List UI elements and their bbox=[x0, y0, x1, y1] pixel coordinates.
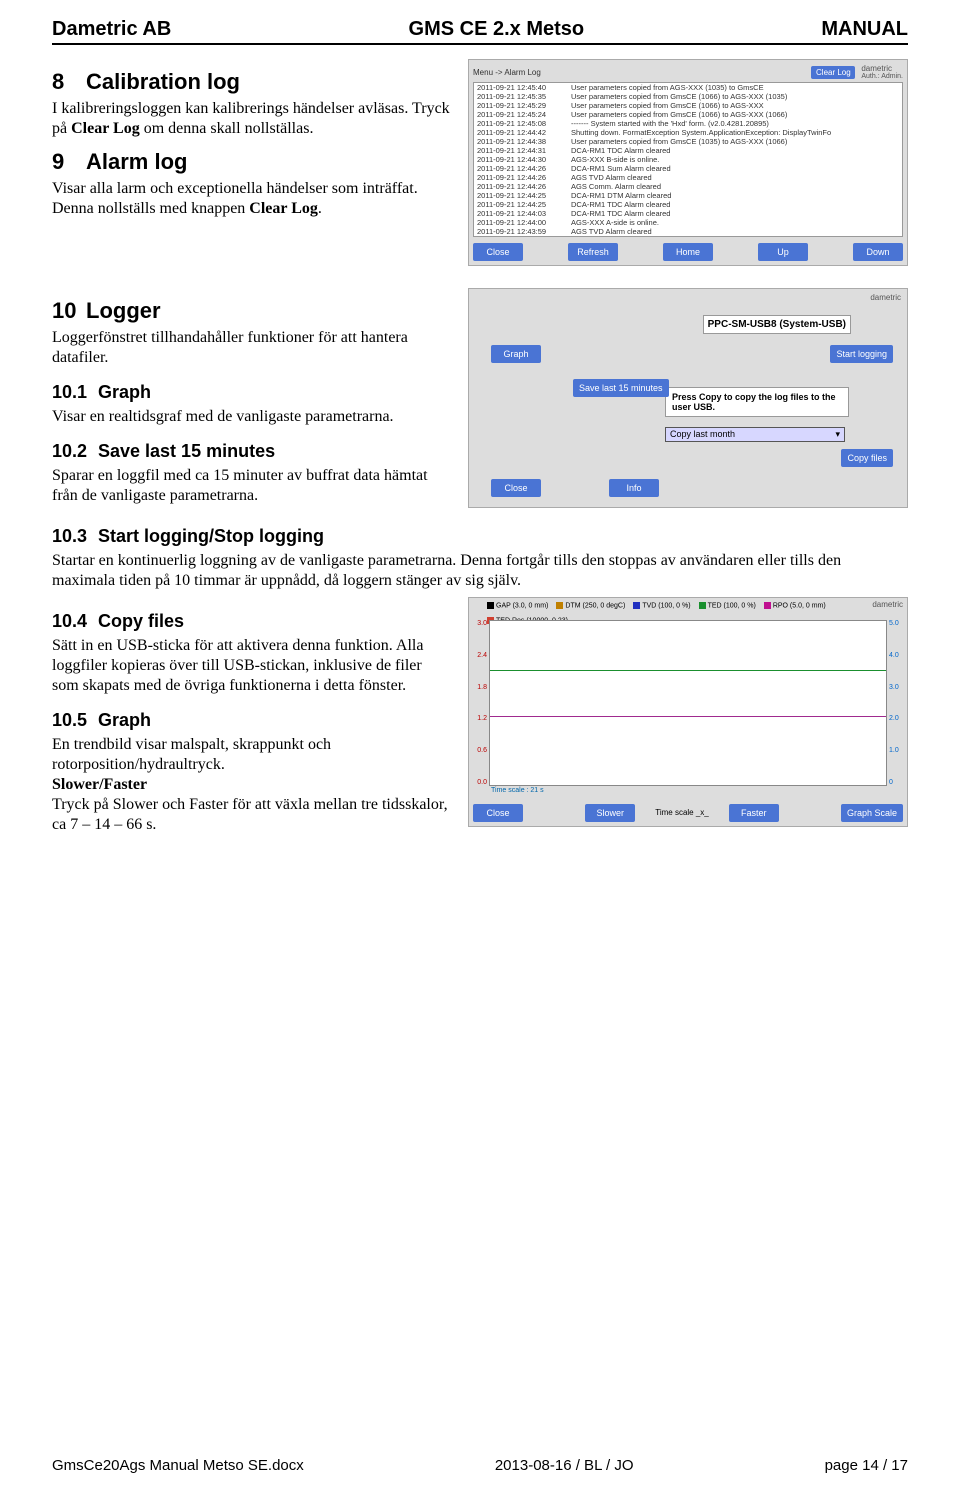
sec9-heading: 9Alarm log bbox=[52, 149, 452, 175]
sec9-body: Visar alla larm och exceptionella händel… bbox=[52, 179, 452, 219]
faster-button[interactable]: Faster bbox=[729, 804, 779, 822]
sec8-body: I kalibreringsloggen kan kalibrerings hä… bbox=[52, 99, 452, 139]
sec10-5-body: En trendbild visar malspalt, skrappunkt … bbox=[52, 735, 452, 835]
copy-period-select[interactable]: Copy last month▾ bbox=[665, 427, 845, 442]
header-center: GMS CE 2.x Metso bbox=[409, 18, 585, 41]
sec10-3-heading: 10.3Start logging/Stop logging bbox=[52, 526, 908, 547]
close-button[interactable]: Close bbox=[491, 479, 541, 497]
logger-note: Press Copy to copy the log files to the … bbox=[665, 387, 849, 417]
sec10-heading: 10Logger bbox=[52, 298, 452, 324]
alarm-log-row: 2011-09-21 12:45:40User parameters copie… bbox=[474, 83, 902, 92]
y-tick-left: 2.4 bbox=[471, 652, 487, 659]
graph-close-button[interactable]: Close bbox=[473, 804, 523, 822]
y-tick-left: 0.6 bbox=[471, 747, 487, 754]
footer-left: GmsCe20Ags Manual Metso SE.docx bbox=[52, 1457, 304, 1474]
sec10-1-body: Visar en realtidsgraf med de vanligaste … bbox=[52, 407, 452, 427]
sec10-1-heading: 10.1Graph bbox=[52, 382, 452, 403]
alarm-log-row: 2011-09-21 12:44:26DCA-RM1 Sum Alarm cle… bbox=[474, 164, 902, 173]
sec10-2-body: Sparar en loggfil med ca 15 minuter av b… bbox=[52, 466, 452, 506]
y-tick-right: 4.0 bbox=[889, 652, 905, 659]
refresh-button[interactable]: Refresh bbox=[568, 243, 618, 261]
sec10-4-body: Sätt in en USB-sticka för att aktivera d… bbox=[52, 636, 452, 696]
sec10-body: Loggerfönstret tillhandahåller funktione… bbox=[52, 328, 452, 368]
y-tick-right: 2.0 bbox=[889, 715, 905, 722]
graph-scale-button[interactable]: Graph Scale bbox=[841, 804, 903, 822]
save-last-15-button[interactable]: Save last 15 minutes bbox=[573, 379, 669, 397]
brand-label: dametric Auth.: Admin. bbox=[861, 64, 903, 80]
alarm-log-row: 2011-09-21 12:44:31DCA-RM1 TDC Alarm cle… bbox=[474, 146, 902, 155]
alarm-log-row: 2011-09-21 12:44:26AGS TVD Alarm cleared bbox=[474, 173, 902, 182]
legend-entry: TED (100, 0 %) bbox=[699, 602, 756, 609]
alarm-log-row: 2011-09-21 12:44:30AGS-XXX B-side is onl… bbox=[474, 155, 902, 164]
alarm-log-row: 2011-09-21 12:44:00AGS-XXX A-side is onl… bbox=[474, 218, 902, 227]
logger-title: PPC-SM-USB8 (System-USB) bbox=[703, 315, 851, 334]
slower-button[interactable]: Slower bbox=[585, 804, 635, 822]
y-tick-right: 1.0 bbox=[889, 747, 905, 754]
alarm-log-screenshot: Menu -> Alarm Log Clear Log dametric Aut… bbox=[468, 59, 908, 266]
y-tick-left: 1.2 bbox=[471, 715, 487, 722]
y-tick-left: 0.0 bbox=[471, 779, 487, 786]
brand-label: dametric bbox=[870, 293, 901, 302]
header-right: MANUAL bbox=[821, 18, 908, 41]
chevron-down-icon: ▾ bbox=[835, 429, 840, 440]
legend-entry: RPO (5.0, 0 mm) bbox=[764, 602, 826, 609]
y-axis-left: 3.0 2.4 1.8 1.2 0.6 0.0 bbox=[471, 620, 487, 786]
clear-log-button[interactable]: Clear Log bbox=[811, 66, 855, 79]
legend-entry: TVD (100, 0 %) bbox=[633, 602, 690, 609]
alarm-log-row: 2011-09-21 12:45:24User parameters copie… bbox=[474, 110, 902, 119]
graph-button[interactable]: Graph bbox=[491, 345, 541, 363]
sec10-2-heading: 10.2Save last 15 minutes bbox=[52, 441, 452, 462]
start-logging-button[interactable]: Start logging bbox=[830, 345, 893, 363]
brand-label: dametric bbox=[872, 600, 903, 609]
alarm-log-row: 2011-09-21 12:44:25DCA-RM1 DTM Alarm cle… bbox=[474, 191, 902, 200]
home-button[interactable]: Home bbox=[663, 243, 713, 261]
y-tick-right: 3.0 bbox=[889, 684, 905, 691]
time-scale-label: Time scale _x_ bbox=[655, 809, 709, 817]
x-axis-label: Time scale : 21 s bbox=[491, 787, 544, 794]
info-button[interactable]: Info bbox=[609, 479, 659, 497]
alarm-log-row: 2011-09-21 12:43:59AGS TVD Alarm cleared bbox=[474, 227, 902, 236]
y-tick-right: 5.0 bbox=[889, 620, 905, 627]
alarm-log-row: 2011-09-21 12:44:26AGS Comm. Alarm clear… bbox=[474, 182, 902, 191]
legend-entry: DTM (250, 0 degC) bbox=[556, 602, 625, 609]
alarm-log-row: 2011-09-21 12:45:35User parameters copie… bbox=[474, 92, 902, 101]
alarm-log-row: 2011-09-21 12:45:08------- System starte… bbox=[474, 119, 902, 128]
footer-center: 2013-08-16 / BL / JO bbox=[495, 1457, 634, 1474]
up-button[interactable]: Up bbox=[758, 243, 808, 261]
graph-plot-area bbox=[489, 620, 887, 786]
y-axis-right: 5.0 4.0 3.0 2.0 1.0 0 bbox=[889, 620, 905, 786]
footer-right: page 14 / 17 bbox=[825, 1457, 908, 1474]
legend-entry: GAP (3.0, 0 mm) bbox=[487, 602, 548, 609]
alarm-log-row: 2011-09-21 12:44:42Shutting down. Format… bbox=[474, 128, 902, 137]
logger-screenshot: dametric PPC-SM-USB8 (System-USB) Press … bbox=[468, 288, 908, 508]
sec10-3-body: Startar en kontinuerlig loggning av de v… bbox=[52, 551, 908, 591]
alarm-log-row: 2011-09-21 12:44:38User parameters copie… bbox=[474, 137, 902, 146]
close-button[interactable]: Close bbox=[473, 243, 523, 261]
alarm-log-row: 2011-09-21 12:45:29User parameters copie… bbox=[474, 101, 902, 110]
header-left: Dametric AB bbox=[52, 18, 171, 41]
sec10-5-heading: 10.5Graph bbox=[52, 710, 452, 731]
alarm-menu-label: Menu -> Alarm Log bbox=[473, 68, 541, 77]
alarm-log-row: 2011-09-21 12:44:25DCA-RM1 TDC Alarm cle… bbox=[474, 200, 902, 209]
y-tick-left: 1.8 bbox=[471, 684, 487, 691]
alarm-log-list: 2011-09-21 12:45:40User parameters copie… bbox=[473, 82, 903, 237]
graph-screenshot: dametric GAP (3.0, 0 mm) DTM (250, 0 degC… bbox=[468, 597, 908, 827]
sec8-heading: 8Calibration log bbox=[52, 69, 452, 95]
alarm-log-row: 2011-09-21 12:44:03DCA-RM1 TDC Alarm cle… bbox=[474, 209, 902, 218]
copy-files-button[interactable]: Copy files bbox=[841, 449, 893, 467]
y-tick-left: 3.0 bbox=[471, 620, 487, 627]
y-tick-right: 0 bbox=[889, 779, 905, 786]
down-button[interactable]: Down bbox=[853, 243, 903, 261]
sec10-4-heading: 10.4Copy files bbox=[52, 611, 452, 632]
